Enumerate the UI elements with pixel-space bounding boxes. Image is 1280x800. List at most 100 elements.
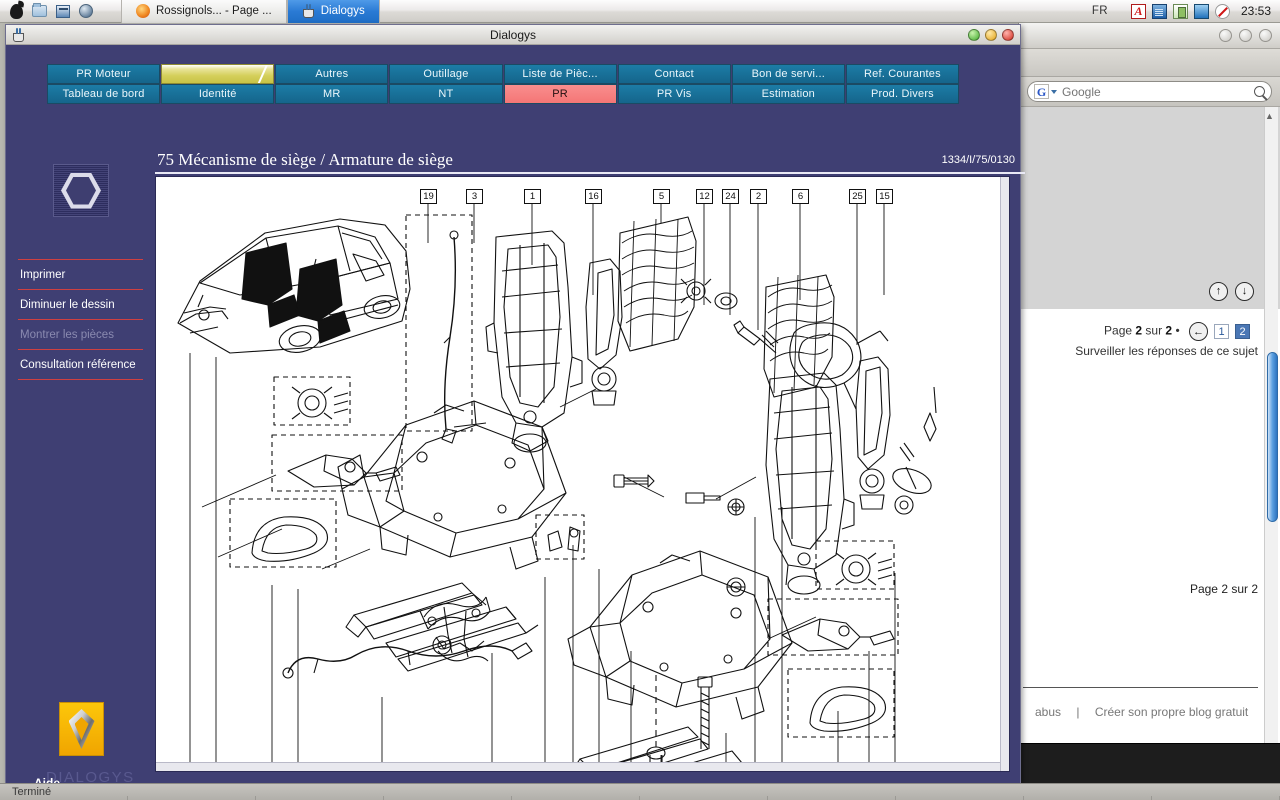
menu-item-nt[interactable]: NT [389,84,503,104]
callout-26: 26 [718,771,735,772]
menu-item-bon-de-service[interactable]: Bon de servi... [731,64,845,84]
callout-3: 3 [466,189,483,204]
folder-icon[interactable] [32,3,47,17]
callout-17: 17 [747,771,764,772]
taskbar-right-group: FR 23:53 [1092,3,1280,19]
menu-item-liste-de-pieces[interactable]: Liste de Pièc... [503,64,617,84]
hex-nut-icon [53,164,109,217]
network-icon[interactable] [1193,3,1209,19]
menu-item-pr-vis[interactable]: PR Vis [617,84,731,104]
pagination-page-1[interactable]: 1 [1214,324,1229,339]
mute-icon[interactable] [1214,3,1230,19]
pagination-nav: ← 1 2 [1189,322,1250,341]
taskbar-tab-firefox[interactable]: Rossignols... - Page ... [121,0,287,23]
sidebar-menu: Imprimer Diminuer le dessin Montrer les … [18,259,143,380]
menu-item-estimation[interactable]: Estimation [731,84,845,104]
canvas-vertical-scrollbar[interactable] [1000,177,1009,771]
arrow-left-icon[interactable]: ← [1189,322,1208,341]
callout-8: 8 [208,771,225,772]
sidebar-item-imprimer[interactable]: Imprimer [18,259,143,290]
menu-item-identite[interactable]: Identité [161,84,275,104]
callout-13-a: 13 [264,771,281,772]
callout-14: 14 [774,771,791,772]
menu-item-outillage[interactable]: Outillage [389,64,503,84]
sidebar-item-diminuer-le-dessin[interactable]: Diminuer le dessin [18,290,143,320]
menu-item-ref-courantes[interactable]: Ref. Courantes [845,64,959,84]
callout-9: 9 [374,771,391,772]
menu-item-pr[interactable]: PR [503,84,617,104]
firefox-search-row: G [1019,77,1280,107]
module-menu: PR Moteur Autres Outillage Liste de Pièc… [47,64,959,104]
search-input[interactable] [1062,84,1249,99]
close-red-icon[interactable] [1002,28,1014,41]
footer-link-create-blog[interactable]: Créer son propre blog gratuit [1095,705,1248,719]
dialogys-titlebar: Dialogys [6,25,1020,45]
minimize-icon[interactable] [1219,29,1232,42]
page-indicator-prefix: Page [1104,323,1136,338]
callout-19: 19 [420,189,437,204]
menu-item-prod-divers[interactable]: Prod. Divers [845,84,959,104]
firefox-scrollbar[interactable]: ▲ [1264,107,1278,743]
magnifier-icon[interactable] [1254,86,1265,97]
apple-icon[interactable] [10,3,23,19]
callout-11: 11 [537,771,554,772]
footer-divider [1023,687,1258,688]
firefox-titlebar [1019,23,1280,49]
firefox-icon [136,4,150,18]
search-box[interactable]: G [1027,81,1272,102]
callout-18-b: 18 [887,771,904,772]
menu-item-contact[interactable]: Contact [617,64,731,84]
document-reference: 1334/I/75/0130 [941,154,1015,166]
callout-24: 24 [722,189,739,204]
callout-22: 22 [653,771,670,772]
avira-icon[interactable] [1130,3,1146,19]
drawing-content: 19 3 1 16 5 12 24 2 6 25 15 18 8 13 21 9… [156,177,1009,771]
canvas-horizontal-scrollbar[interactable] [156,762,1000,771]
menu-item-mr[interactable]: MR [275,84,389,104]
plug-icon[interactable] [1172,3,1188,19]
maximize-icon[interactable] [1239,29,1252,42]
callout-12: 12 [696,189,713,204]
callout-18-a: 18 [182,771,199,772]
page-bullet: • [1172,323,1180,338]
scrollbar-up-arrow-icon[interactable]: ▲ [1263,109,1276,123]
clock[interactable]: 23:53 [1241,4,1271,18]
firefox-bottom-bar [1019,743,1280,783]
maximize-yellow-icon[interactable] [985,28,997,41]
blog-post-block: ↑ ↓ [1019,107,1280,309]
taskbar-tab-dialogys-label: Dialogys [320,5,365,17]
callout-25: 25 [849,189,866,204]
module-menu-row-1: PR Moteur Autres Outillage Liste de Pièc… [47,64,959,84]
callout-21: 21 [290,771,307,772]
taskbar-tab-dialogys[interactable]: Dialogys [286,0,380,23]
technical-drawing-canvas[interactable]: 19 3 1 16 5 12 24 2 6 25 15 18 8 13 21 9… [155,176,1010,772]
pagination-page-2[interactable]: 2 [1235,324,1250,339]
taskbar-icon-group [0,3,93,19]
arrow-down-icon[interactable]: ↓ [1235,282,1254,301]
callout-10: 10 [484,771,501,772]
document-header: 75 Mécanisme de siège / Armature de sièg… [155,148,1025,174]
footer-link-abus[interactable]: abus [1035,705,1061,719]
menu-item-autres[interactable]: Autres [275,64,389,84]
blue-screen-icon[interactable] [1151,3,1167,19]
blue-window-icon[interactable] [56,4,70,18]
arrow-up-icon[interactable]: ↑ [1209,282,1228,301]
sidebar-item-consultation-reference[interactable]: Consultation référence [18,350,143,380]
language-indicator[interactable]: FR [1092,5,1108,17]
scrollbar-thumb[interactable] [1267,352,1278,522]
close-icon[interactable] [1259,29,1272,42]
minimize-green-icon[interactable] [968,28,980,41]
google-icon[interactable]: G [1034,84,1057,99]
page-indicator-row: Page 2 sur 2 • ← 1 2 [1019,309,1280,341]
callout-16: 16 [585,189,602,204]
callout-13-b: 13 [830,771,847,772]
sidebar-item-montrer-les-pieces: Montrer les pièces [18,320,143,350]
callout-20: 20 [623,771,640,772]
menu-item-selected-highlight[interactable] [161,64,275,84]
globe-icon[interactable] [79,4,93,18]
system-tray [1130,3,1230,19]
module-menu-row-2: Tableau de bord Identité MR NT PR PR Vis… [47,84,959,104]
page-mid: sur [1142,323,1166,338]
watch-thread-link[interactable]: Surveiller les réponses de ce sujet [1019,341,1280,358]
os-bottom-bar: Terminé [0,783,1280,800]
